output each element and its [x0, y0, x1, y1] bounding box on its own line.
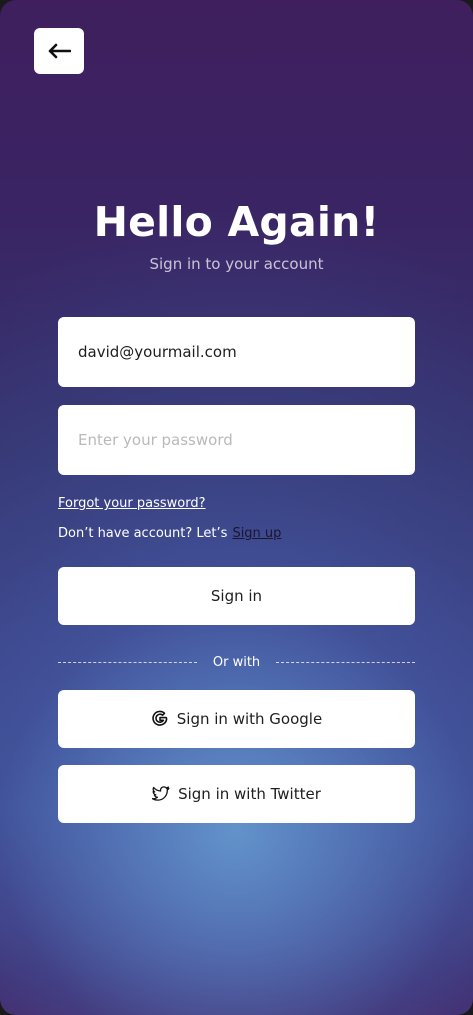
google-sign-in-label: Sign in with Google	[176, 710, 323, 728]
signup-row: Don’t have account? Let’s Sign up	[58, 526, 281, 541]
google-icon	[151, 710, 169, 728]
page-subtitle: Sign in to your account	[149, 255, 324, 273]
divider-line-right	[276, 661, 416, 663]
password-field[interactable]	[58, 405, 415, 475]
divider-line-left	[58, 661, 197, 663]
forgot-password-link[interactable]: Forgot your password?	[58, 496, 206, 511]
twitter-sign-in-label: Sign in with Twitter	[178, 785, 321, 803]
google-sign-in-button[interactable]: Sign in with Google	[58, 690, 415, 748]
sign-in-button[interactable]: Sign in	[58, 567, 415, 625]
divider-label: Or with	[212, 654, 261, 670]
email-field[interactable]	[58, 317, 415, 387]
page-title: Hello Again!	[93, 198, 380, 246]
arrow-left-icon	[47, 43, 71, 59]
twitter-icon	[152, 786, 170, 802]
login-screen: Hello Again! Sign in to your account For…	[0, 0, 473, 1015]
signup-prompt: Don’t have account? Let’s	[58, 526, 228, 541]
back-button[interactable]	[34, 28, 84, 74]
or-divider: Or with	[58, 652, 416, 672]
signup-link[interactable]: Sign up	[232, 526, 281, 541]
twitter-sign-in-button[interactable]: Sign in with Twitter	[58, 765, 415, 823]
sign-in-label: Sign in	[210, 587, 263, 605]
